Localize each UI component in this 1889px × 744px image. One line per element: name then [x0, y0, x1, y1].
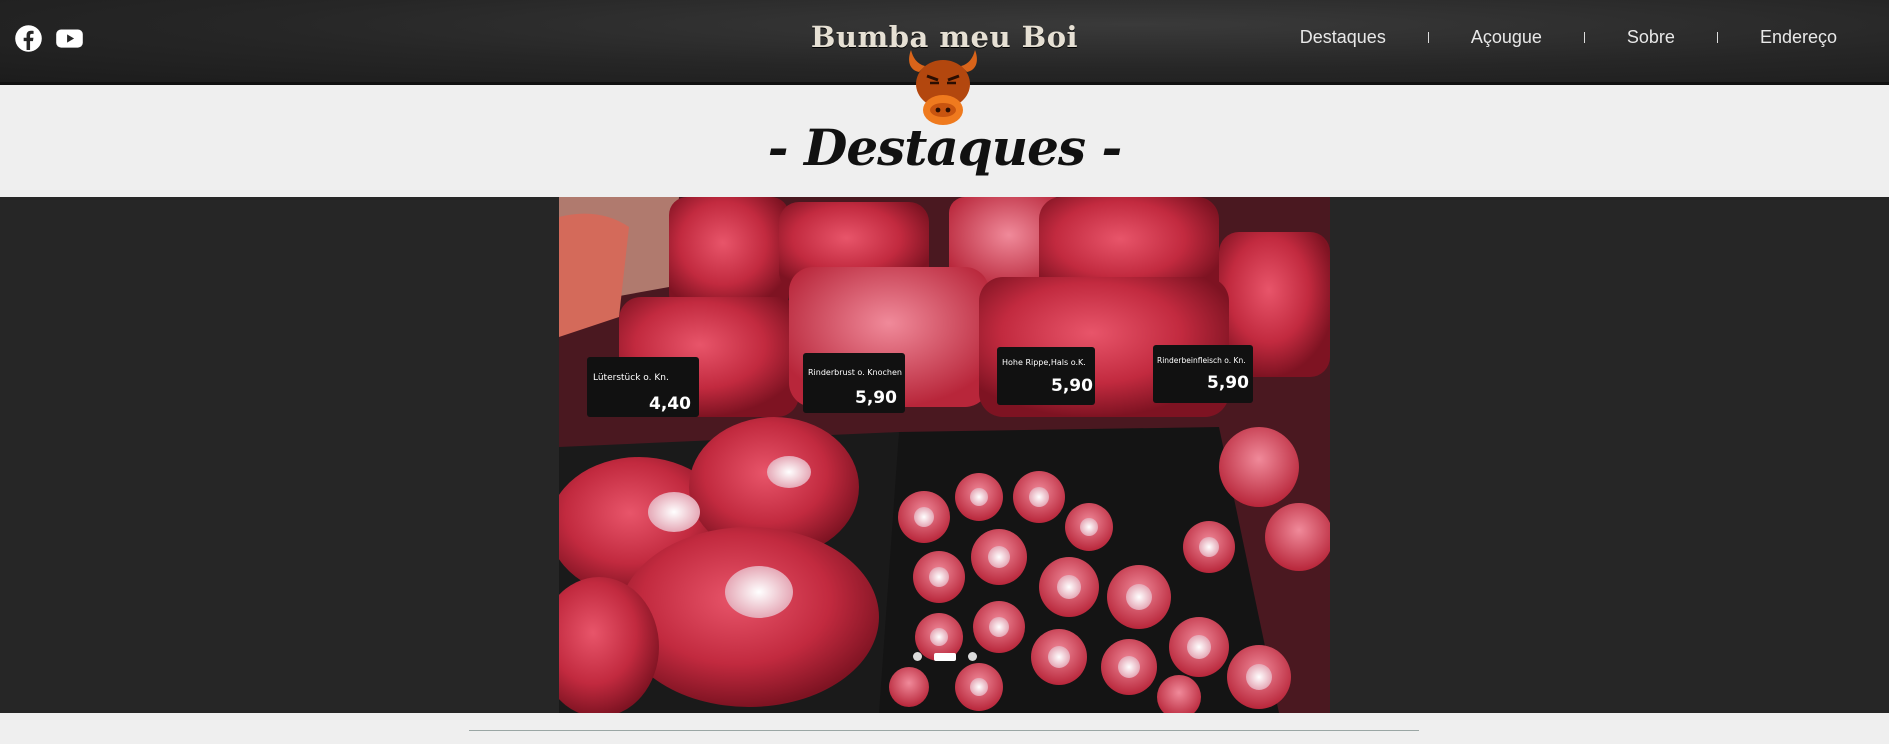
price-tag: Lüterstück o. Kn. 4,40 [587, 357, 699, 417]
main-nav: Destaques Açougue Sobre Endereço [1300, 27, 1837, 48]
nav-separator [1716, 32, 1718, 43]
carousel-dot[interactable] [967, 652, 977, 661]
carousel-dot-active[interactable] [933, 652, 956, 661]
nav-item-endereco[interactable]: Endereço [1760, 27, 1837, 48]
nav-item-sobre[interactable]: Sobre [1627, 27, 1675, 48]
meat-display-image: Lüterstück o. Kn. 4,40 Rinderbrust o. Kn… [559, 197, 1330, 713]
svg-text:Hohe Rippe,Hals o.K.: Hohe Rippe,Hals o.K. [1002, 358, 1086, 367]
nav-item-destaques[interactable]: Destaques [1300, 27, 1386, 48]
svg-text:5,90: 5,90 [1207, 373, 1249, 393]
svg-text:Lüterstück o. Kn.: Lüterstück o. Kn. [593, 373, 669, 383]
carousel-dot[interactable] [912, 652, 922, 661]
bull-logo-icon [909, 50, 977, 125]
svg-text:5,90: 5,90 [1051, 376, 1093, 396]
price-tag: Rinderbeinfleisch o. Kn. 5,90 [1153, 345, 1253, 403]
price-tag: Hohe Rippe,Hals o.K. 5,90 [997, 347, 1095, 405]
nav-separator [1427, 32, 1429, 43]
svg-text:Rinderbrust o. Knochen: Rinderbrust o. Knochen [808, 368, 902, 377]
nav-separator [1583, 32, 1585, 43]
carousel-indicators [559, 652, 1330, 661]
footer-band [0, 713, 1889, 744]
svg-text:Rinderbeinfleisch o. Kn.: Rinderbeinfleisch o. Kn. [1157, 356, 1246, 365]
footer-divider [469, 730, 1419, 731]
carousel-slide[interactable]: Lüterstück o. Kn. 4,40 Rinderbrust o. Kn… [559, 197, 1330, 713]
price-tag: Rinderbrust o. Knochen 5,90 [803, 353, 905, 413]
svg-text:4,40: 4,40 [649, 394, 691, 414]
svg-text:5,90: 5,90 [855, 388, 897, 408]
nav-item-acougue[interactable]: Açougue [1471, 27, 1542, 48]
